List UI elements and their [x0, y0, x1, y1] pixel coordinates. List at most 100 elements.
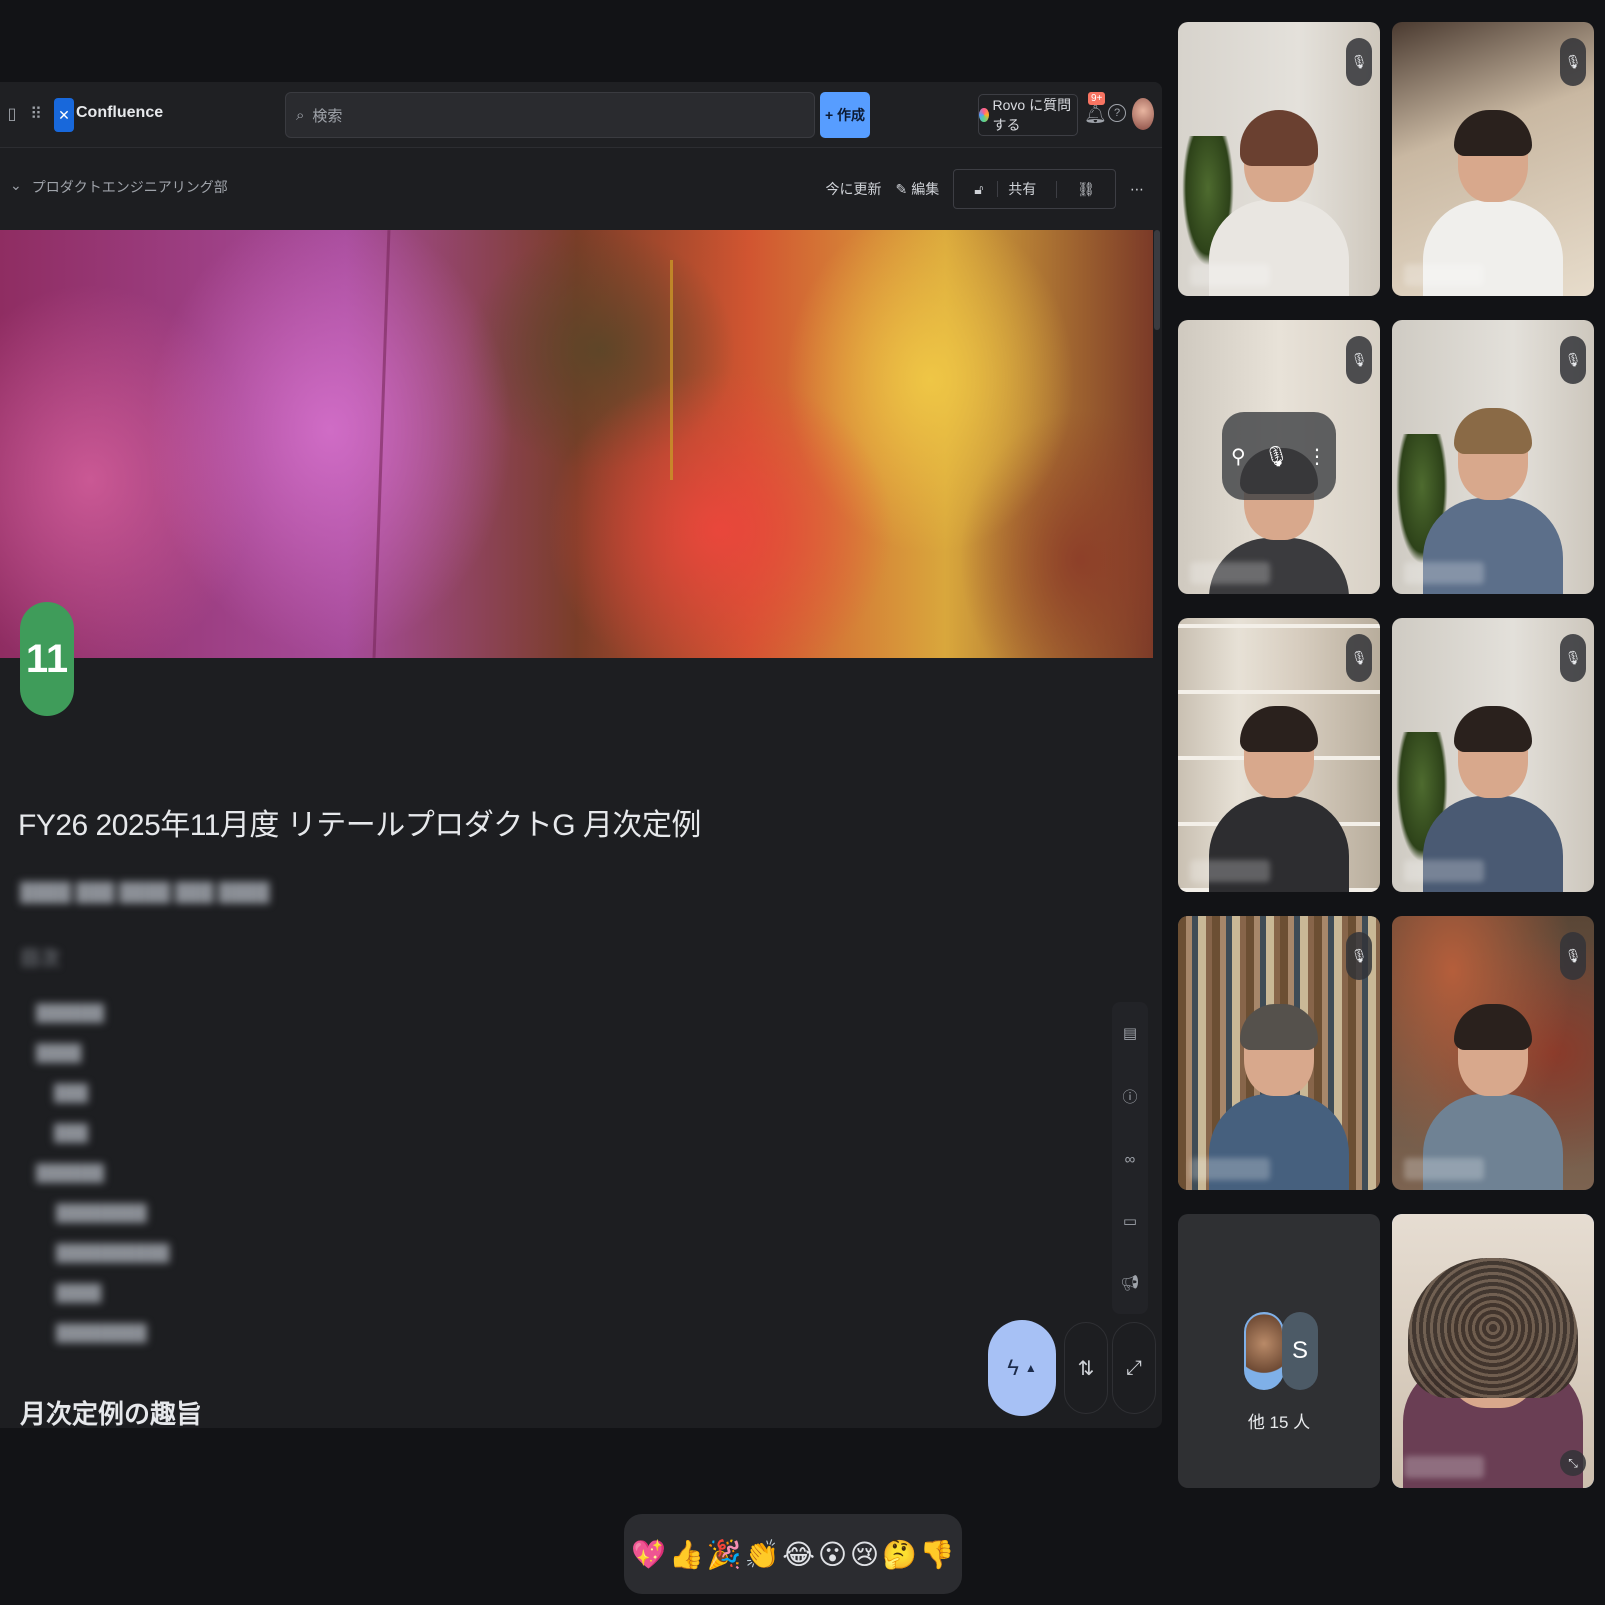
person-hair: [1240, 110, 1318, 166]
share-label: 共有: [997, 181, 1047, 197]
shared-screen: ▯ ⠿ ✕ Confluence ⌕ 検索 + 作成 Rovo に質問する 🔔︎…: [0, 82, 1162, 1428]
mic-off-icon: 🎙︎: [1560, 38, 1586, 86]
party-popper-reaction[interactable]: 🎉: [707, 1538, 742, 1571]
sparkling-heart-reaction[interactable]: 💖: [631, 1538, 666, 1571]
participant-tile[interactable]: 🎙︎: [1178, 618, 1380, 892]
participant-tile[interactable]: 🎙︎: [1178, 916, 1380, 1190]
side-toolbar: ▤ ⓘ ∞ ▭ 📢︎: [1112, 1002, 1148, 1314]
breadcrumb[interactable]: ⌄ プロダクトエンジニアリング部: [10, 177, 228, 197]
page-scrollbar[interactable]: [1154, 230, 1160, 330]
others-count: 他 15 人: [1247, 1413, 1311, 1432]
up-down-arrows-icon: ⇅: [1077, 1357, 1095, 1380]
participant-tile[interactable]: 🎙︎: [1392, 320, 1594, 594]
megaphone-icon[interactable]: 📢︎: [1120, 1274, 1139, 1292]
breadcrumb-space[interactable]: プロダクトエンジニアリング部: [32, 177, 228, 197]
video-icon[interactable]: ▭: [1123, 1212, 1137, 1230]
thinking-reaction[interactable]: 🤔: [882, 1538, 917, 1571]
app-name: Confluence: [76, 104, 164, 121]
edit-button[interactable]: ✎ 編集: [896, 179, 940, 199]
notification-badge: 9+: [1088, 92, 1106, 105]
toc-item[interactable]: ████████: [36, 1194, 169, 1234]
info-icon[interactable]: ⓘ: [1122, 1086, 1137, 1107]
link-icon: ⛓: [1077, 180, 1095, 197]
lightning-icon: ϟ: [1007, 1355, 1019, 1380]
search-icon: ⌕: [296, 106, 305, 124]
meeting-window: ▯ ⠿ ✕ Confluence ⌕ 検索 + 作成 Rovo に質問する 🔔︎…: [0, 0, 1605, 1605]
participant-tile[interactable]: 🎙︎: [1392, 618, 1594, 892]
person-hair: [1240, 706, 1318, 752]
page-header-bar: ⌄ プロダクトエンジニアリング部 今に更新 ✎ 編集 🔓︎ 共有 ⛓ ⋯: [0, 149, 1162, 225]
search-placeholder: 検索: [312, 107, 343, 125]
mic-off-icon: 🎙︎: [1560, 336, 1586, 384]
participant-name-blurred: [1404, 264, 1484, 286]
resize-icon[interactable]: ⤡: [1560, 1450, 1586, 1476]
avatar[interactable]: [1132, 98, 1154, 130]
toc-item[interactable]: ██████████: [36, 1234, 169, 1274]
scroll-arrows-button[interactable]: ⇅: [1064, 1322, 1108, 1414]
create-button[interactable]: + 作成: [820, 92, 870, 138]
toc-item[interactable]: ███: [36, 1074, 169, 1114]
copy-link-button[interactable]: ⛓: [1056, 180, 1115, 198]
rovo-button[interactable]: Rovo に質問する: [978, 94, 1078, 136]
confluence-logo[interactable]: ✕: [54, 98, 74, 132]
comment-icon[interactable]: ▤: [1123, 1024, 1137, 1042]
participant-name-blurred: [1190, 562, 1270, 584]
caret-up-icon: ▲: [1024, 1361, 1037, 1375]
leaf-vein: [372, 230, 391, 658]
expand-button[interactable]: ⤢: [1112, 1322, 1156, 1414]
toc-item[interactable]: ████: [36, 1034, 169, 1074]
person-hair: [1454, 706, 1532, 752]
search-input[interactable]: ⌕ 検索: [285, 92, 815, 138]
rovo-label: Rovo に質問する: [992, 97, 1072, 133]
sidebar-toggle-icon[interactable]: ▯: [2, 104, 22, 124]
table-of-contents: ██████ ████ ███ ███ ██████ ████████ ████…: [36, 994, 169, 1354]
thumbs-up-reaction[interactable]: 👍: [669, 1538, 704, 1571]
mic-off-icon: 🎙︎: [1560, 932, 1586, 980]
more-actions-icon[interactable]: ⋯: [1130, 181, 1144, 198]
leaf-stem: [670, 260, 673, 480]
mic-off-icon[interactable]: 🎙︎: [1264, 444, 1289, 469]
participant-tile[interactable]: ⚲ 🎙︎ ⋮ 🎙︎: [1178, 320, 1380, 594]
bell-icon[interactable]: 🔔︎: [1084, 104, 1107, 125]
page-actions: 今に更新 ✎ 編集 🔓︎ 共有 ⛓ ⋯: [826, 169, 1144, 209]
participant-name-blurred: [1190, 1158, 1270, 1180]
self-tile[interactable]: ⤡: [1392, 1214, 1594, 1488]
toc-item[interactable]: ████████: [36, 1314, 169, 1354]
toc-item[interactable]: ███: [36, 1114, 169, 1154]
help-icon[interactable]: ?: [1108, 104, 1126, 122]
participant-name-blurred: [1190, 860, 1270, 882]
clapping-reaction[interactable]: 👏: [745, 1538, 780, 1571]
chevron-down-icon[interactable]: ⌄: [10, 177, 22, 197]
loop-icon[interactable]: ∞: [1125, 1151, 1136, 1168]
app-switcher-icon[interactable]: ⠿: [26, 104, 46, 124]
reactions-bar: 💖 👍 🎉 👏 😂 😮 😢 🤔 👎: [624, 1514, 962, 1594]
lock-icon: 🔓︎: [974, 181, 984, 197]
person-hair: [1454, 1004, 1532, 1050]
participant-tile[interactable]: 🎙︎: [1392, 916, 1594, 1190]
thumbs-down-reaction[interactable]: 👎: [920, 1538, 955, 1571]
ai-assist-button[interactable]: ϟ ▲: [988, 1320, 1056, 1416]
participant-name-blurred: [1404, 860, 1484, 882]
toc-item[interactable]: ████: [36, 1274, 169, 1314]
toc-item[interactable]: ██████: [36, 994, 169, 1034]
rovo-icon: [979, 108, 989, 122]
confluence-top-nav: ▯ ⠿ ✕ Confluence ⌕ 検索 + 作成 Rovo に質問する 🔔︎…: [0, 82, 1162, 148]
toc-item[interactable]: ██████: [36, 1154, 169, 1194]
participant-name-blurred: [1404, 1158, 1484, 1180]
participant-tile[interactable]: 🎙︎: [1178, 22, 1380, 296]
surprised-reaction[interactable]: 😮: [818, 1538, 847, 1571]
participant-tile[interactable]: 🎙︎: [1392, 22, 1594, 296]
page-meta-blurred: ████ ███ ████ ███ ████: [20, 882, 270, 902]
share-button[interactable]: 🔓︎ 共有: [954, 179, 1056, 199]
pin-icon[interactable]: ⚲: [1231, 444, 1246, 469]
mic-off-icon: 🎙︎: [1346, 932, 1372, 980]
more-vert-icon[interactable]: ⋮: [1307, 444, 1327, 469]
tile-hover-controls: ⚲ 🎙︎ ⋮: [1222, 412, 1336, 500]
person-hair: [1454, 408, 1532, 454]
laughing-reaction[interactable]: 😂: [782, 1538, 815, 1571]
crying-reaction[interactable]: 😢: [850, 1538, 879, 1571]
participant-name-blurred: [1190, 264, 1270, 286]
mic-off-icon: 🎙︎: [1346, 38, 1372, 86]
others-tile[interactable]: S 他 15 人: [1178, 1214, 1380, 1488]
person-hair: [1454, 110, 1532, 156]
